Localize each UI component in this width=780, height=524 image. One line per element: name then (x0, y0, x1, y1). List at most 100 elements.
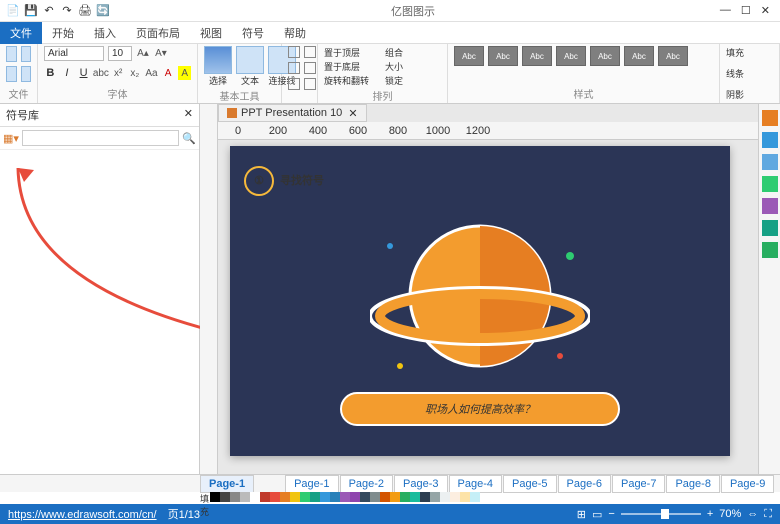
color-swatch[interactable] (330, 492, 340, 502)
color-swatch[interactable] (230, 492, 240, 502)
fit-page-icon[interactable]: ⛶ (764, 508, 772, 521)
undo-icon[interactable]: ↶ (42, 4, 56, 18)
zoom-slider[interactable] (621, 513, 701, 515)
zoom-out-icon[interactable]: − (608, 508, 614, 520)
page-tab[interactable]: Page-7 (612, 475, 665, 493)
cut-icon[interactable] (21, 46, 32, 62)
view-page-icon[interactable]: ▭ (592, 508, 602, 521)
bold-button[interactable]: B (44, 66, 57, 80)
color-swatch[interactable] (400, 492, 410, 502)
color-swatch[interactable] (410, 492, 420, 502)
color-swatch[interactable] (430, 492, 440, 502)
shadow-dropdown[interactable]: 阴影 (726, 88, 773, 101)
page-tab[interactable]: Page-9 (721, 475, 774, 493)
image-icon[interactable] (762, 132, 778, 148)
underline-button[interactable]: U (77, 66, 90, 80)
style-1[interactable]: Abc (454, 46, 484, 66)
fill-dropdown[interactable]: 填充 (726, 46, 773, 59)
color-swatch[interactable] (250, 492, 260, 502)
text-tool-icon[interactable] (236, 46, 264, 74)
super-button[interactable]: x² (112, 66, 125, 80)
color-swatch[interactable] (240, 492, 250, 502)
arrange-group[interactable]: 组合 (385, 46, 435, 59)
font-shrink-icon[interactable]: A▾ (154, 47, 168, 61)
color-swatch[interactable] (470, 492, 480, 502)
shape-line-icon[interactable] (288, 46, 300, 58)
color-swatch[interactable] (220, 492, 230, 502)
color-swatch[interactable] (320, 492, 330, 502)
refresh-icon[interactable]: 🔄 (96, 4, 110, 18)
chart-icon[interactable] (762, 154, 778, 170)
maximize-icon[interactable]: ☐ (741, 4, 751, 17)
line-dropdown[interactable]: 线条 (726, 67, 773, 80)
panel-close-icon[interactable]: ✕ (184, 107, 193, 123)
library-icon[interactable] (762, 110, 778, 126)
file-icon[interactable]: 📄 (6, 4, 20, 18)
tab-insert[interactable]: 插入 (84, 22, 126, 44)
minimize-icon[interactable]: — (720, 4, 731, 17)
style-2[interactable]: Abc (488, 46, 518, 66)
tab-symbol[interactable]: 符号 (232, 22, 274, 44)
export-icon[interactable] (762, 242, 778, 258)
zoom-in-icon[interactable]: + (707, 508, 713, 520)
slide-canvas[interactable]: ①寻找符号 职场人如何提高效率？ ++ (230, 146, 730, 456)
tab-layout[interactable]: 页面布局 (126, 22, 190, 44)
fit-width-icon[interactable]: ⇔ (747, 508, 758, 520)
color-swatch[interactable] (420, 492, 430, 502)
page-tab[interactable]: Page-6 (558, 475, 611, 493)
color-swatch[interactable] (360, 492, 370, 502)
style-3[interactable]: Abc (522, 46, 552, 66)
copy-icon[interactable] (6, 66, 17, 82)
color-swatch[interactable] (440, 492, 450, 502)
shape-poly-icon[interactable] (288, 78, 300, 90)
close-icon[interactable]: ✕ (761, 4, 770, 17)
page-tab[interactable]: Page-2 (340, 475, 393, 493)
strike-button[interactable]: abc (94, 66, 108, 80)
color-swatch[interactable] (460, 492, 470, 502)
style-6[interactable]: Abc (624, 46, 654, 66)
arrange-rotate[interactable]: 旋转和翻转 (324, 74, 384, 87)
page-tab[interactable]: Page-5 (503, 475, 556, 493)
shape-rect-icon[interactable] (288, 62, 300, 74)
font-color-icon[interactable]: A (162, 66, 175, 80)
color-swatch[interactable] (450, 492, 460, 502)
color-swatch[interactable] (370, 492, 380, 502)
shapes-icon[interactable] (762, 176, 778, 192)
tab-help[interactable]: 帮助 (274, 22, 316, 44)
tab-view[interactable]: 视图 (190, 22, 232, 44)
color-swatch[interactable] (280, 492, 290, 502)
print-icon[interactable]: 🖨 (78, 4, 92, 18)
color-swatch[interactable] (300, 492, 310, 502)
style-5[interactable]: Abc (590, 46, 620, 66)
page-tab[interactable]: Page-3 (394, 475, 447, 493)
page-tab[interactable]: Page-8 (666, 475, 719, 493)
page-tab[interactable]: Page-4 (449, 475, 502, 493)
color-swatch[interactable] (310, 492, 320, 502)
doc-close-icon[interactable]: ✕ (348, 107, 357, 120)
fill-icon[interactable] (762, 220, 778, 236)
color-swatch[interactable] (380, 492, 390, 502)
view-grid-icon[interactable]: ⊞ (577, 508, 586, 521)
symbol-search-input[interactable] (22, 130, 179, 146)
color-swatch[interactable] (210, 492, 220, 502)
status-url[interactable]: https://www.edrawsoft.com/cn/ (8, 509, 157, 521)
redo-icon[interactable]: ↷ (60, 4, 74, 18)
arrange-lock[interactable]: 锁定 (385, 74, 435, 87)
brush-icon[interactable] (21, 66, 32, 82)
font-family-select[interactable]: Arial (44, 46, 104, 61)
tab-home[interactable]: 开始 (42, 22, 84, 44)
page-tab[interactable]: Page-1 (200, 475, 254, 493)
clipart-icon[interactable] (762, 198, 778, 214)
document-tab[interactable]: PPT Presentation 10 ✕ (218, 104, 367, 122)
highlight-icon[interactable]: A (178, 66, 191, 80)
case-button[interactable]: Aa (145, 66, 158, 80)
color-swatch[interactable] (270, 492, 280, 502)
search-icon[interactable]: 🔍 (182, 132, 196, 145)
select-tool-icon[interactable] (204, 46, 232, 74)
arrange-back[interactable]: 置于底层 (324, 60, 384, 73)
style-4[interactable]: Abc (556, 46, 586, 66)
sub-button[interactable]: x₂ (129, 66, 142, 80)
arrange-front[interactable]: 置于顶层 (324, 46, 384, 59)
font-grow-icon[interactable]: A▴ (136, 47, 150, 61)
shape-free-icon[interactable] (304, 78, 316, 90)
